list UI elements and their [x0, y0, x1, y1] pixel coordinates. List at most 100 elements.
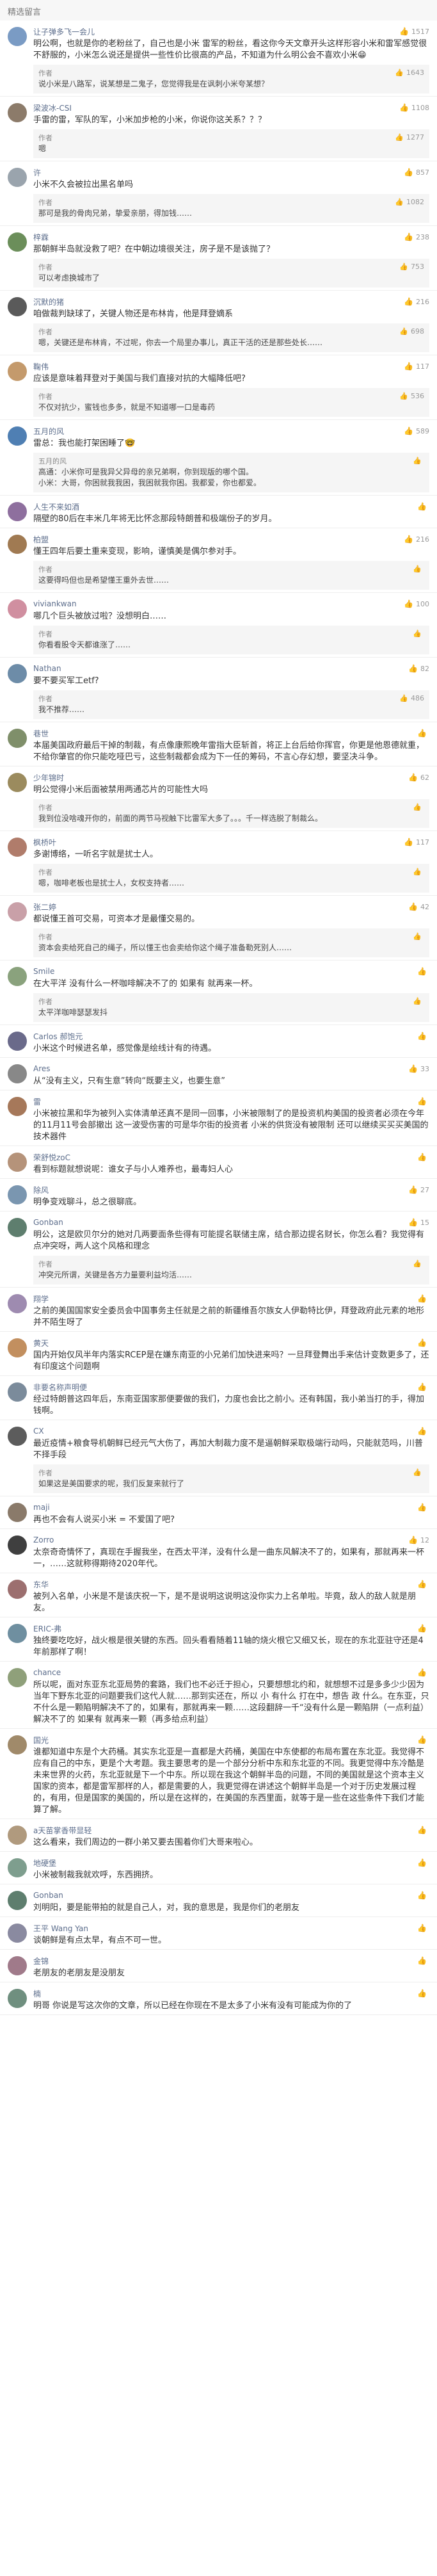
like-button[interactable]: 👍 [417, 502, 429, 511]
like-button[interactable]: 👍 [417, 1989, 429, 1998]
like-button[interactable]: 👍 100 [404, 599, 429, 608]
like-button[interactable]: 👍 27 [408, 1185, 429, 1194]
avatar[interactable] [8, 1032, 27, 1051]
like-button[interactable]: 👍 [417, 1624, 429, 1633]
avatar[interactable] [8, 1338, 27, 1357]
comment-author[interactable]: 沉默的猪 [33, 296, 64, 307]
comment-author[interactable]: Carlos 郝饱元 [33, 1031, 83, 1042]
comment-author[interactable]: 柏盟 [33, 534, 49, 545]
avatar[interactable] [8, 1826, 27, 1845]
avatar[interactable] [8, 1294, 27, 1313]
avatar[interactable] [8, 1218, 27, 1237]
like-button[interactable]: 👍 [417, 1580, 429, 1589]
comment-author[interactable]: 五月的风 [33, 426, 64, 437]
like-button[interactable]: 👍 12 [408, 1535, 429, 1544]
reply-like-button[interactable]: 👍 [413, 1260, 424, 1268]
comment-author[interactable]: CX [33, 1427, 44, 1436]
like-button[interactable]: 👍 33 [408, 1064, 429, 1073]
comment-author[interactable]: 枫桥叶 [33, 837, 56, 848]
reply-like-button[interactable]: 👍 [413, 932, 424, 941]
like-button[interactable]: 👍 [417, 729, 429, 738]
avatar[interactable] [8, 297, 27, 316]
like-button[interactable]: 👍 [417, 1338, 429, 1347]
comment-author[interactable]: 鞠伟 [33, 361, 49, 372]
like-button[interactable]: 👍 857 [404, 168, 429, 177]
reply-like-button[interactable]: 👍 [413, 457, 424, 465]
avatar[interactable] [8, 1097, 27, 1116]
like-button[interactable]: 👍 15 [408, 1218, 429, 1227]
comment-author[interactable]: 巷世 [33, 728, 49, 739]
avatar[interactable] [8, 1503, 27, 1522]
avatar[interactable] [8, 1064, 27, 1083]
avatar[interactable] [8, 1891, 27, 1910]
comment-author[interactable]: viviankwan [33, 599, 77, 608]
avatar[interactable] [8, 1668, 27, 1687]
avatar[interactable] [8, 1735, 27, 1754]
avatar[interactable] [8, 1989, 27, 2008]
avatar[interactable] [8, 168, 27, 187]
like-button[interactable]: 👍 [417, 967, 429, 976]
comment-author[interactable]: 黄天 [33, 1338, 49, 1349]
like-button[interactable]: 👍 82 [408, 664, 429, 673]
reply-like-button[interactable]: 👍 [413, 803, 424, 811]
reply-like-button[interactable]: 👍 486 [399, 694, 424, 702]
avatar[interactable] [8, 729, 27, 748]
comment-author[interactable]: 国光 [33, 1735, 49, 1746]
like-button[interactable]: 👍 [417, 1924, 429, 1932]
avatar[interactable] [8, 232, 27, 252]
like-button[interactable]: 👍 42 [408, 902, 429, 911]
reply-like-button[interactable]: 👍 753 [399, 263, 424, 271]
like-button[interactable]: 👍 238 [404, 232, 429, 241]
avatar[interactable] [8, 502, 27, 521]
like-button[interactable]: 👍 [417, 1153, 429, 1162]
avatar[interactable] [8, 1858, 27, 1877]
comment-author[interactable]: 翔学 [33, 1293, 49, 1304]
like-button[interactable]: 👍 117 [404, 362, 429, 371]
reply-like-button[interactable]: 👍 1277 [395, 133, 424, 142]
like-button[interactable]: 👍 62 [408, 773, 429, 782]
comment-author[interactable]: a天苗掌香带显轻 [33, 1825, 91, 1836]
like-button[interactable]: 👍 [417, 1097, 429, 1106]
comment-author[interactable]: 张二婷 [33, 902, 56, 912]
comment-author[interactable]: 人生不来如酒 [33, 501, 79, 512]
avatar[interactable] [8, 1185, 27, 1204]
like-button[interactable]: 👍 [417, 1294, 429, 1303]
like-button[interactable]: 👍 [417, 1503, 429, 1512]
comment-author[interactable]: 楠 [33, 1988, 41, 1999]
comment-author[interactable]: 除风 [33, 1185, 49, 1195]
avatar[interactable] [8, 1924, 27, 1943]
like-button[interactable]: 👍 [417, 1427, 429, 1436]
reply-like-button[interactable]: 👍 1643 [395, 69, 424, 77]
like-button[interactable]: 👍 [417, 1891, 429, 1900]
like-button[interactable]: 👍 117 [404, 838, 429, 847]
comment-author[interactable]: 梁波冰-CSI [33, 102, 72, 113]
comment-author[interactable]: 许 [33, 167, 41, 178]
avatar[interactable] [8, 838, 27, 857]
comment-author[interactable]: 荣舒悦zoC [33, 1152, 70, 1163]
comment-author[interactable]: ERIC-弗 [33, 1623, 61, 1634]
comment-author[interactable]: Smile [33, 967, 54, 976]
avatar[interactable] [8, 103, 27, 122]
like-button[interactable]: 👍 [417, 1382, 429, 1391]
comment-author[interactable]: 少年锦时 [33, 772, 64, 783]
comment-author[interactable]: 金锦 [33, 1956, 49, 1966]
like-button[interactable]: 👍 216 [404, 535, 429, 544]
like-button[interactable]: 👍 [417, 1858, 429, 1867]
comment-author[interactable]: Zorro [33, 1535, 54, 1544]
comment-author[interactable]: 让子弹多飞一会儿 [33, 26, 95, 37]
avatar[interactable] [8, 902, 27, 921]
comment-author[interactable]: 地硬堡 [33, 1858, 56, 1868]
avatar[interactable] [8, 1153, 27, 1172]
reply-like-button[interactable]: 👍 [413, 1468, 424, 1477]
comment-author[interactable]: Ares [33, 1064, 51, 1073]
avatar[interactable] [8, 599, 27, 619]
avatar[interactable] [8, 1427, 27, 1446]
like-button[interactable]: 👍 [417, 1668, 429, 1677]
comment-author[interactable]: Gonban [33, 1218, 63, 1227]
like-button[interactable]: 👍 [417, 1956, 429, 1965]
avatar[interactable] [8, 426, 27, 446]
like-button[interactable]: 👍 [417, 1826, 429, 1835]
avatar[interactable] [8, 362, 27, 381]
comment-author[interactable]: 东华 [33, 1579, 49, 1590]
like-button[interactable]: 👍 589 [404, 426, 429, 435]
